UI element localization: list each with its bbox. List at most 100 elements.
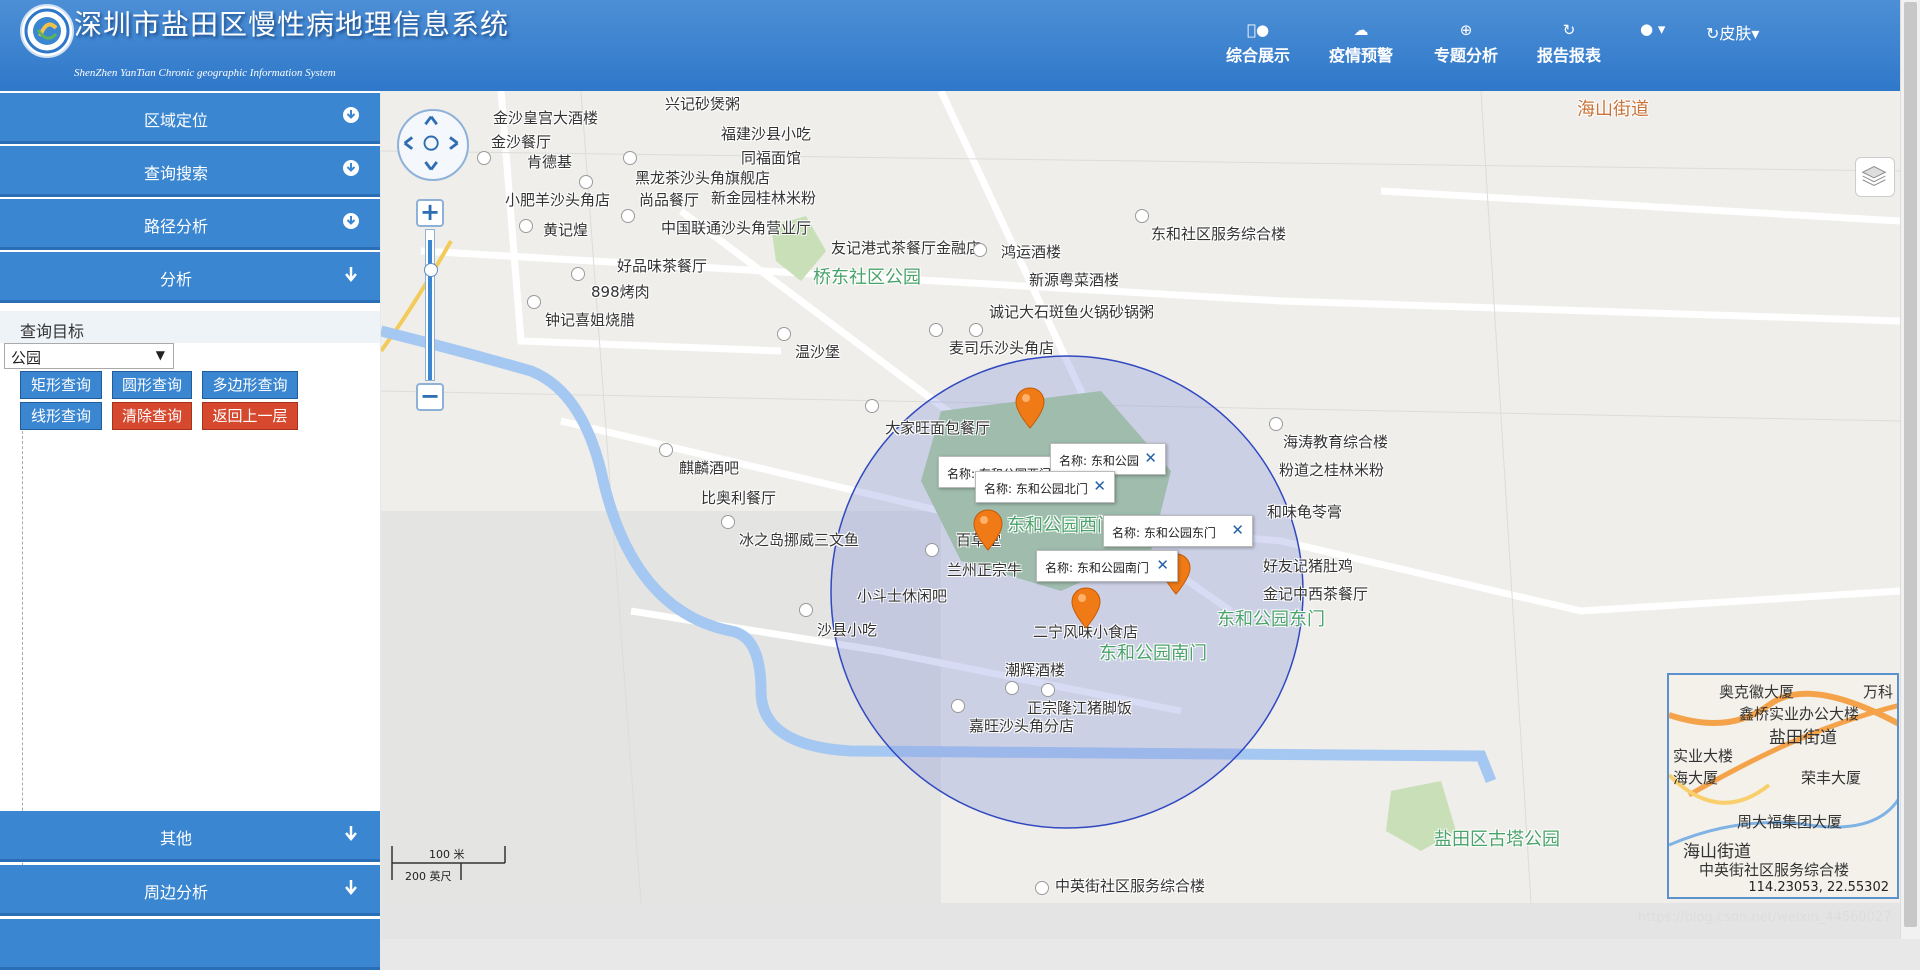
poi-label[interactable]: 小斗士休闲吧 bbox=[857, 585, 947, 606]
poi-label[interactable]: 大家旺面包餐厅 bbox=[885, 417, 990, 438]
clear-query-button[interactable]: 清除查询 bbox=[112, 402, 192, 430]
zoom-slider-thumb[interactable] bbox=[424, 263, 438, 277]
park-label[interactable]: 桥东社区公园 bbox=[813, 263, 921, 289]
park-label[interactable]: 东和公园西门 bbox=[1007, 511, 1115, 537]
map-popup[interactable]: 名称: 东和公园东门 ✕ bbox=[1103, 515, 1253, 547]
poi-label[interactable]: 兴记砂煲粥 bbox=[665, 93, 740, 114]
restaurant-icon[interactable] bbox=[1041, 683, 1055, 697]
restaurant-icon[interactable] bbox=[571, 267, 585, 281]
restaurant-icon[interactable] bbox=[623, 151, 637, 165]
poi-label[interactable]: 温沙堡 bbox=[795, 341, 840, 362]
map-marker-icon[interactable] bbox=[973, 509, 1003, 551]
map-view[interactable]: 金沙皇宫大酒楼 金沙餐厅 肯德基 小肥羊沙头角店 黄记煌 兴记砂煲粥 福建沙县小… bbox=[381, 91, 1900, 903]
poi-label[interactable]: 沙县小吃 bbox=[817, 619, 877, 640]
poi-label[interactable]: 好品味茶餐厅 bbox=[617, 255, 707, 276]
restaurant-icon[interactable] bbox=[721, 515, 735, 529]
accordion-analysis[interactable]: 分析 bbox=[0, 252, 380, 303]
accordion-other[interactable]: 其他 bbox=[0, 811, 380, 862]
restaurant-icon[interactable] bbox=[777, 327, 791, 341]
accordion-region-locate[interactable]: 区域定位 bbox=[0, 93, 380, 144]
poi-label[interactable]: 兰州正宗牛 bbox=[947, 559, 1022, 580]
map-marker-icon[interactable] bbox=[1071, 587, 1101, 629]
poi-label[interactable]: 中国联通沙头角营业厅 bbox=[661, 217, 811, 238]
accordion-route-analysis[interactable]: 路径分析 bbox=[0, 199, 380, 250]
poi-label[interactable]: 鸿运酒楼 bbox=[1001, 241, 1061, 262]
poi-label[interactable]: 小肥羊沙头角店 bbox=[505, 189, 610, 210]
poi-label[interactable]: 中英街社区服务综合楼 bbox=[1055, 875, 1205, 896]
restaurant-icon[interactable] bbox=[1005, 681, 1019, 695]
vertical-scrollbar[interactable] bbox=[1900, 0, 1920, 939]
poi-label[interactable]: 金记中西茶餐厅 bbox=[1263, 583, 1368, 604]
close-icon[interactable]: ✕ bbox=[1144, 449, 1157, 467]
poi-label[interactable]: 海涛教育综合楼 bbox=[1283, 431, 1388, 452]
restaurant-icon[interactable] bbox=[621, 209, 635, 223]
restaurant-icon[interactable] bbox=[477, 151, 491, 165]
poi-label[interactable]: 东和社区服务综合楼 bbox=[1151, 223, 1286, 244]
park-label[interactable]: 盐田区古塔公园 bbox=[1434, 825, 1560, 851]
nav-reports[interactable]: ↻ 报告报表 bbox=[1537, 20, 1601, 66]
zoom-in-button[interactable]: + bbox=[416, 199, 444, 227]
restaurant-icon[interactable] bbox=[973, 243, 987, 257]
poi-label[interactable]: 麦司乐沙头角店 bbox=[949, 337, 1054, 358]
map-popup[interactable]: 名称: 东和公园北门 ✕ bbox=[975, 471, 1115, 503]
map-popup[interactable]: 名称: 东和公园南门 ✕ bbox=[1036, 550, 1178, 582]
query-target-select[interactable]: 公园 ▼ bbox=[4, 343, 174, 369]
circle-query-button[interactable]: 圆形查询 bbox=[112, 371, 192, 399]
poi-label[interactable]: 黄记煌 bbox=[543, 219, 588, 240]
restaurant-icon[interactable] bbox=[951, 699, 965, 713]
restaurant-icon[interactable] bbox=[925, 543, 939, 557]
poi-label[interactable]: 钟记喜姐烧腊 bbox=[545, 309, 635, 330]
restaurant-icon[interactable] bbox=[659, 443, 673, 457]
restaurant-icon[interactable] bbox=[579, 175, 593, 189]
poi-label[interactable]: 尚品餐厅 bbox=[639, 189, 699, 210]
poi-label[interactable]: 新金园桂林米粉 bbox=[711, 187, 816, 208]
building-icon[interactable] bbox=[1035, 881, 1049, 895]
poi-label[interactable]: 诚记大石斑鱼火锅砂锅粥 bbox=[989, 301, 1154, 322]
poi-label[interactable]: 潮辉酒楼 bbox=[1005, 659, 1065, 680]
restaurant-icon[interactable] bbox=[865, 399, 879, 413]
pan-control[interactable] bbox=[397, 109, 469, 181]
poi-label[interactable]: 和味龟苓膏 bbox=[1267, 501, 1342, 522]
close-icon[interactable]: ✕ bbox=[1156, 556, 1169, 574]
building-icon[interactable] bbox=[1135, 209, 1149, 223]
accordion-surrounding-analysis[interactable]: 周边分析 bbox=[0, 865, 380, 916]
zoom-out-button[interactable]: − bbox=[416, 383, 444, 411]
polygon-query-button[interactable]: 多边形查询 bbox=[202, 371, 298, 399]
poi-label[interactable]: 粉道之桂林米粉 bbox=[1279, 459, 1384, 480]
scrollbar-thumb[interactable] bbox=[1904, 2, 1917, 927]
nav-thematic-analysis[interactable]: ⊕ 专题分析 bbox=[1434, 20, 1498, 66]
line-query-button[interactable]: 线形查询 bbox=[20, 402, 102, 430]
poi-label[interactable]: 同福面馆 bbox=[741, 147, 801, 168]
park-label[interactable]: 东和公园东门 bbox=[1217, 605, 1325, 631]
restaurant-icon[interactable] bbox=[929, 323, 943, 337]
restaurant-icon[interactable] bbox=[519, 219, 533, 233]
poi-label[interactable]: 黑龙茶沙头角旗舰店 bbox=[635, 167, 770, 188]
accordion-partial[interactable] bbox=[0, 919, 380, 970]
overview-map[interactable]: 奥克徽大厦 鑫桥实业办公大楼 盐田街道 实业大楼 海大厦 荣丰大厦 周大福集团大… bbox=[1667, 673, 1899, 899]
poi-label[interactable]: 金沙餐厅 bbox=[491, 131, 551, 152]
poi-label[interactable]: 嘉旺沙头角分店 bbox=[969, 715, 1074, 736]
poi-label[interactable]: 冰之岛挪威三文鱼 bbox=[739, 529, 859, 550]
restaurant-icon[interactable] bbox=[527, 295, 541, 309]
rectangle-query-button[interactable]: 矩形查询 bbox=[20, 371, 102, 399]
restaurant-icon[interactable] bbox=[799, 603, 813, 617]
poi-label[interactable]: 比奥利餐厅 bbox=[701, 487, 776, 508]
poi-label[interactable]: 898烤肉 bbox=[591, 281, 650, 302]
close-icon[interactable]: ✕ bbox=[1231, 521, 1244, 539]
park-label[interactable]: 东和公园南门 bbox=[1099, 639, 1207, 665]
map-marker-icon[interactable] bbox=[1015, 387, 1045, 429]
close-icon[interactable]: ✕ bbox=[1093, 477, 1106, 495]
back-button[interactable]: 返回上一层 bbox=[202, 402, 298, 430]
nav-epidemic-warning[interactable]: ☁ 疫情预警 bbox=[1329, 20, 1393, 66]
poi-label[interactable]: 新源粤菜酒楼 bbox=[1029, 269, 1119, 290]
building-icon[interactable] bbox=[1269, 417, 1283, 431]
accordion-query-search[interactable]: 查询搜索 bbox=[0, 146, 380, 197]
nav-overview[interactable]: ● 综合展示 bbox=[1226, 20, 1290, 66]
nav-apple-dropdown[interactable]: ● ▾ bbox=[1640, 20, 1665, 38]
layer-switcher-button[interactable] bbox=[1855, 157, 1895, 197]
poi-label[interactable]: 友记港式茶餐厅金融店 bbox=[831, 237, 981, 258]
nav-skin-dropdown[interactable]: ↻皮肤▾ bbox=[1706, 20, 1759, 44]
poi-label[interactable]: 肯德基 bbox=[527, 151, 572, 172]
zoom-slider[interactable] bbox=[425, 229, 435, 381]
poi-label[interactable]: 麒麟酒吧 bbox=[679, 457, 739, 478]
